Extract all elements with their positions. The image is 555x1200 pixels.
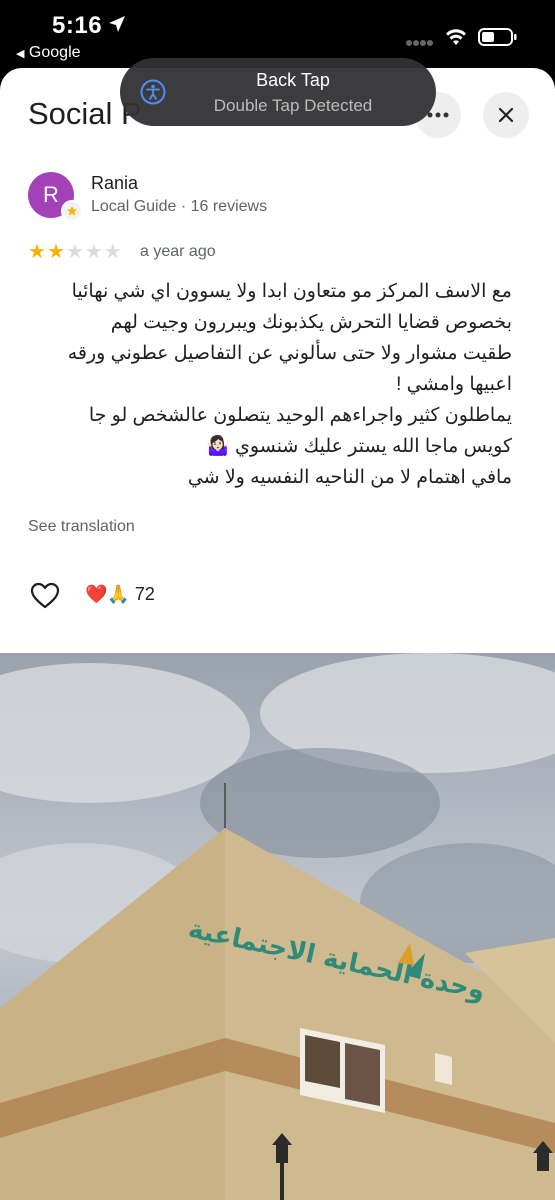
- heart-icon[interactable]: [30, 582, 60, 609]
- review-line: مع الاسف المركز مو متعاون ابدا ولا يسوون…: [71, 281, 512, 302]
- reviewer-meta: Local Guide · 16 reviews: [91, 198, 268, 215]
- avatar-letter: R: [43, 182, 59, 207]
- review-line: طقيت مشوار ولا حتى سألوني عن التفاصيل عط…: [67, 343, 512, 364]
- wifi-icon: [446, 29, 466, 45]
- star-empty-icon: ★: [103, 241, 122, 263]
- toast-subtitle: Double Tap Detected: [213, 96, 373, 115]
- see-translation-link[interactable]: See translation: [28, 518, 135, 536]
- back-tap-toast: Back Tap Double Tap Detected: [120, 58, 436, 126]
- cellular-signal-icon: [406, 40, 433, 46]
- star-empty-icon: ★: [65, 241, 84, 263]
- status-time: 5:16: [52, 12, 103, 39]
- close-button[interactable]: [483, 92, 529, 138]
- local-guide-badge-icon: [61, 200, 83, 222]
- review-photo[interactable]: وحدة الحماية الاجتماعية: [0, 653, 555, 1200]
- back-app-label: Google: [28, 44, 81, 61]
- reviewer-name[interactable]: Rania: [91, 173, 138, 194]
- star-rating: ★ ★ ★ ★ ★: [28, 242, 122, 262]
- reaction-emojis: ❤️🙏: [85, 584, 130, 604]
- reactions-summary[interactable]: ❤️🙏 72: [85, 584, 155, 605]
- location-arrow-icon: [109, 16, 125, 32]
- battery-icon: [478, 28, 517, 46]
- review-date: a year ago: [140, 243, 216, 260]
- star-empty-icon: ★: [84, 241, 103, 263]
- back-to-app-button[interactable]: ◀ Google: [16, 44, 81, 62]
- star-filled-icon: ★: [28, 241, 46, 263]
- review-line: كويس ماجا الله يستر عليك شنسوي 🤷🏻‍♀️: [206, 436, 512, 457]
- toast-title: Back Tap: [256, 70, 330, 90]
- review-line: يماطلون كثير واجراءهم الوحيد يتصلون عالش…: [88, 405, 512, 426]
- reaction-count: 72: [134, 584, 155, 604]
- star-filled-icon: ★: [46, 241, 65, 263]
- back-triangle-icon: ◀: [16, 48, 25, 60]
- close-icon: [498, 107, 514, 123]
- review-line: اعبيها وامشي !: [396, 374, 512, 395]
- review-text: مع الاسف المركز مو متعاون ابدا ولا يسوون…: [20, 276, 512, 493]
- review-sheet: Social P R Rania Local Guide · 16 review…: [0, 68, 555, 1200]
- review-line: مافي اهتمام لا من الناحيه النفسيه ولا شي: [187, 467, 512, 488]
- review-line: بخصوص قضايا التحرش يكذبونك ويبررون وجيت …: [110, 312, 512, 333]
